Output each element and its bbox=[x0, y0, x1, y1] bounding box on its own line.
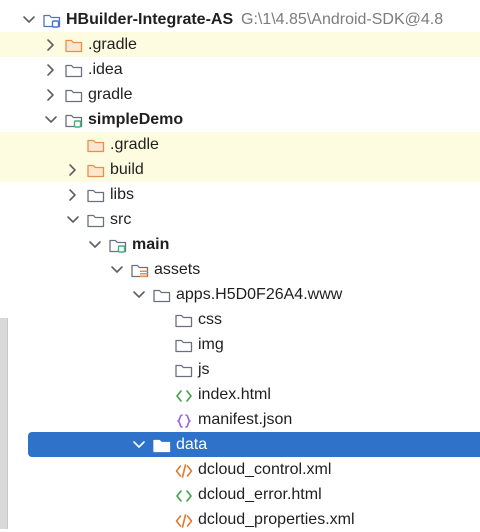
tree-item-css[interactable]: css bbox=[0, 307, 480, 332]
folder-orange-icon bbox=[86, 157, 106, 182]
folder-icon bbox=[174, 307, 194, 332]
tree-item-label: simpleDemo bbox=[88, 111, 184, 128]
chevron-down-icon[interactable] bbox=[132, 432, 146, 457]
tree-item-label: .gradle bbox=[88, 36, 137, 53]
tree-item-main[interactable]: main bbox=[0, 232, 480, 257]
tree-item-src[interactable]: src bbox=[0, 207, 480, 232]
tree-item-dcloud-error-html[interactable]: dcloud_error.html bbox=[0, 482, 480, 507]
tree-item-manifest-json[interactable]: manifest.json bbox=[0, 407, 480, 432]
chevron-down-icon[interactable] bbox=[44, 107, 58, 132]
folder-icon bbox=[64, 57, 84, 82]
module-folder-icon bbox=[64, 107, 84, 132]
folder-icon bbox=[64, 82, 84, 107]
tree-item-data[interactable]: data bbox=[28, 432, 480, 457]
tree-item-label: manifest.json bbox=[198, 411, 293, 428]
tree-item-assets[interactable]: assets bbox=[0, 257, 480, 282]
chevron-down-icon[interactable] bbox=[132, 282, 146, 307]
side-panel-edge bbox=[0, 318, 8, 529]
tree-item-label: img bbox=[198, 336, 224, 353]
tree-item-label: libs bbox=[110, 186, 135, 203]
tree-item-hbuilder-integrate-as[interactable]: HBuilder-Integrate-AS G:\1\4.85\Android-S… bbox=[0, 7, 480, 32]
tree-item-gradle[interactable]: .gradle bbox=[0, 32, 480, 57]
tree-item-gradle[interactable]: .gradle bbox=[0, 132, 480, 157]
tree-item-label: .gradle bbox=[110, 136, 159, 153]
json-file-icon bbox=[174, 407, 194, 432]
chevron-right-icon[interactable] bbox=[66, 182, 80, 207]
tree-item-libs[interactable]: libs bbox=[0, 182, 480, 207]
tree-item-img[interactable]: img bbox=[0, 332, 480, 357]
tree-item-label: data bbox=[176, 436, 208, 453]
tree-item-label: index.html bbox=[198, 386, 271, 403]
tree-item-build[interactable]: build bbox=[0, 157, 480, 182]
folder-icon bbox=[174, 357, 194, 382]
xml-file-icon bbox=[174, 507, 194, 532]
tree-item-label: js bbox=[198, 361, 210, 378]
tree-item-gradle[interactable]: gradle bbox=[0, 82, 480, 107]
tree-item-js[interactable]: js bbox=[0, 357, 480, 382]
tree-item-label: build bbox=[110, 161, 144, 178]
tree-item-index-html[interactable]: index.html bbox=[0, 382, 480, 407]
module-folder-icon bbox=[108, 232, 128, 257]
folder-icon bbox=[86, 207, 106, 232]
folder-orange-icon bbox=[86, 132, 106, 157]
chevron-right-icon[interactable] bbox=[66, 157, 80, 182]
tree-item-label: dcloud_properties.xml bbox=[198, 511, 355, 528]
tree-item-label: dcloud_control.xml bbox=[198, 461, 332, 478]
chevron-right-icon[interactable] bbox=[44, 32, 58, 57]
chevron-down-icon[interactable] bbox=[66, 207, 80, 232]
tree-item-idea[interactable]: .idea bbox=[0, 57, 480, 82]
tree-item-label: .idea bbox=[88, 61, 123, 78]
project-module-icon bbox=[42, 7, 62, 32]
tree-item-label: css bbox=[198, 311, 222, 328]
chevron-down-icon[interactable] bbox=[110, 257, 124, 282]
chevron-down-icon[interactable] bbox=[22, 7, 36, 32]
tree-item-apps-h5d0f26a4-www[interactable]: apps.H5D0F26A4.www bbox=[0, 282, 480, 307]
folder-icon bbox=[174, 332, 194, 357]
folder-icon bbox=[152, 282, 172, 307]
xml-file-icon bbox=[174, 457, 194, 482]
resources-folder-icon bbox=[130, 257, 150, 282]
folder-icon bbox=[86, 182, 106, 207]
html-file-icon bbox=[174, 482, 194, 507]
tree-item-label: assets bbox=[154, 261, 201, 278]
folder-orange-icon bbox=[64, 32, 84, 57]
project-tree: HBuilder-Integrate-AS G:\1\4.85\Android-S… bbox=[0, 0, 480, 529]
tree-item-label: dcloud_error.html bbox=[198, 486, 322, 503]
chevron-down-icon[interactable] bbox=[88, 232, 102, 257]
tree-item-label: HBuilder-Integrate-AS bbox=[66, 11, 234, 28]
tree-item-simpledemo[interactable]: simpleDemo bbox=[0, 107, 480, 132]
tree-item-label: gradle bbox=[88, 86, 133, 103]
html-file-icon bbox=[174, 382, 194, 407]
project-path: G:\1\4.85\Android-SDK@4.8 bbox=[241, 11, 444, 28]
chevron-right-icon[interactable] bbox=[44, 82, 58, 107]
folder-icon bbox=[152, 432, 172, 457]
tree-item-label: src bbox=[110, 211, 132, 228]
tree-item-label: apps.H5D0F26A4.www bbox=[176, 286, 343, 303]
tree-item-dcloud-properties-xml[interactable]: dcloud_properties.xml bbox=[0, 507, 480, 532]
tree-item-dcloud-control-xml[interactable]: dcloud_control.xml bbox=[0, 457, 480, 482]
tree-item-label: main bbox=[132, 236, 170, 253]
chevron-right-icon[interactable] bbox=[44, 57, 58, 82]
